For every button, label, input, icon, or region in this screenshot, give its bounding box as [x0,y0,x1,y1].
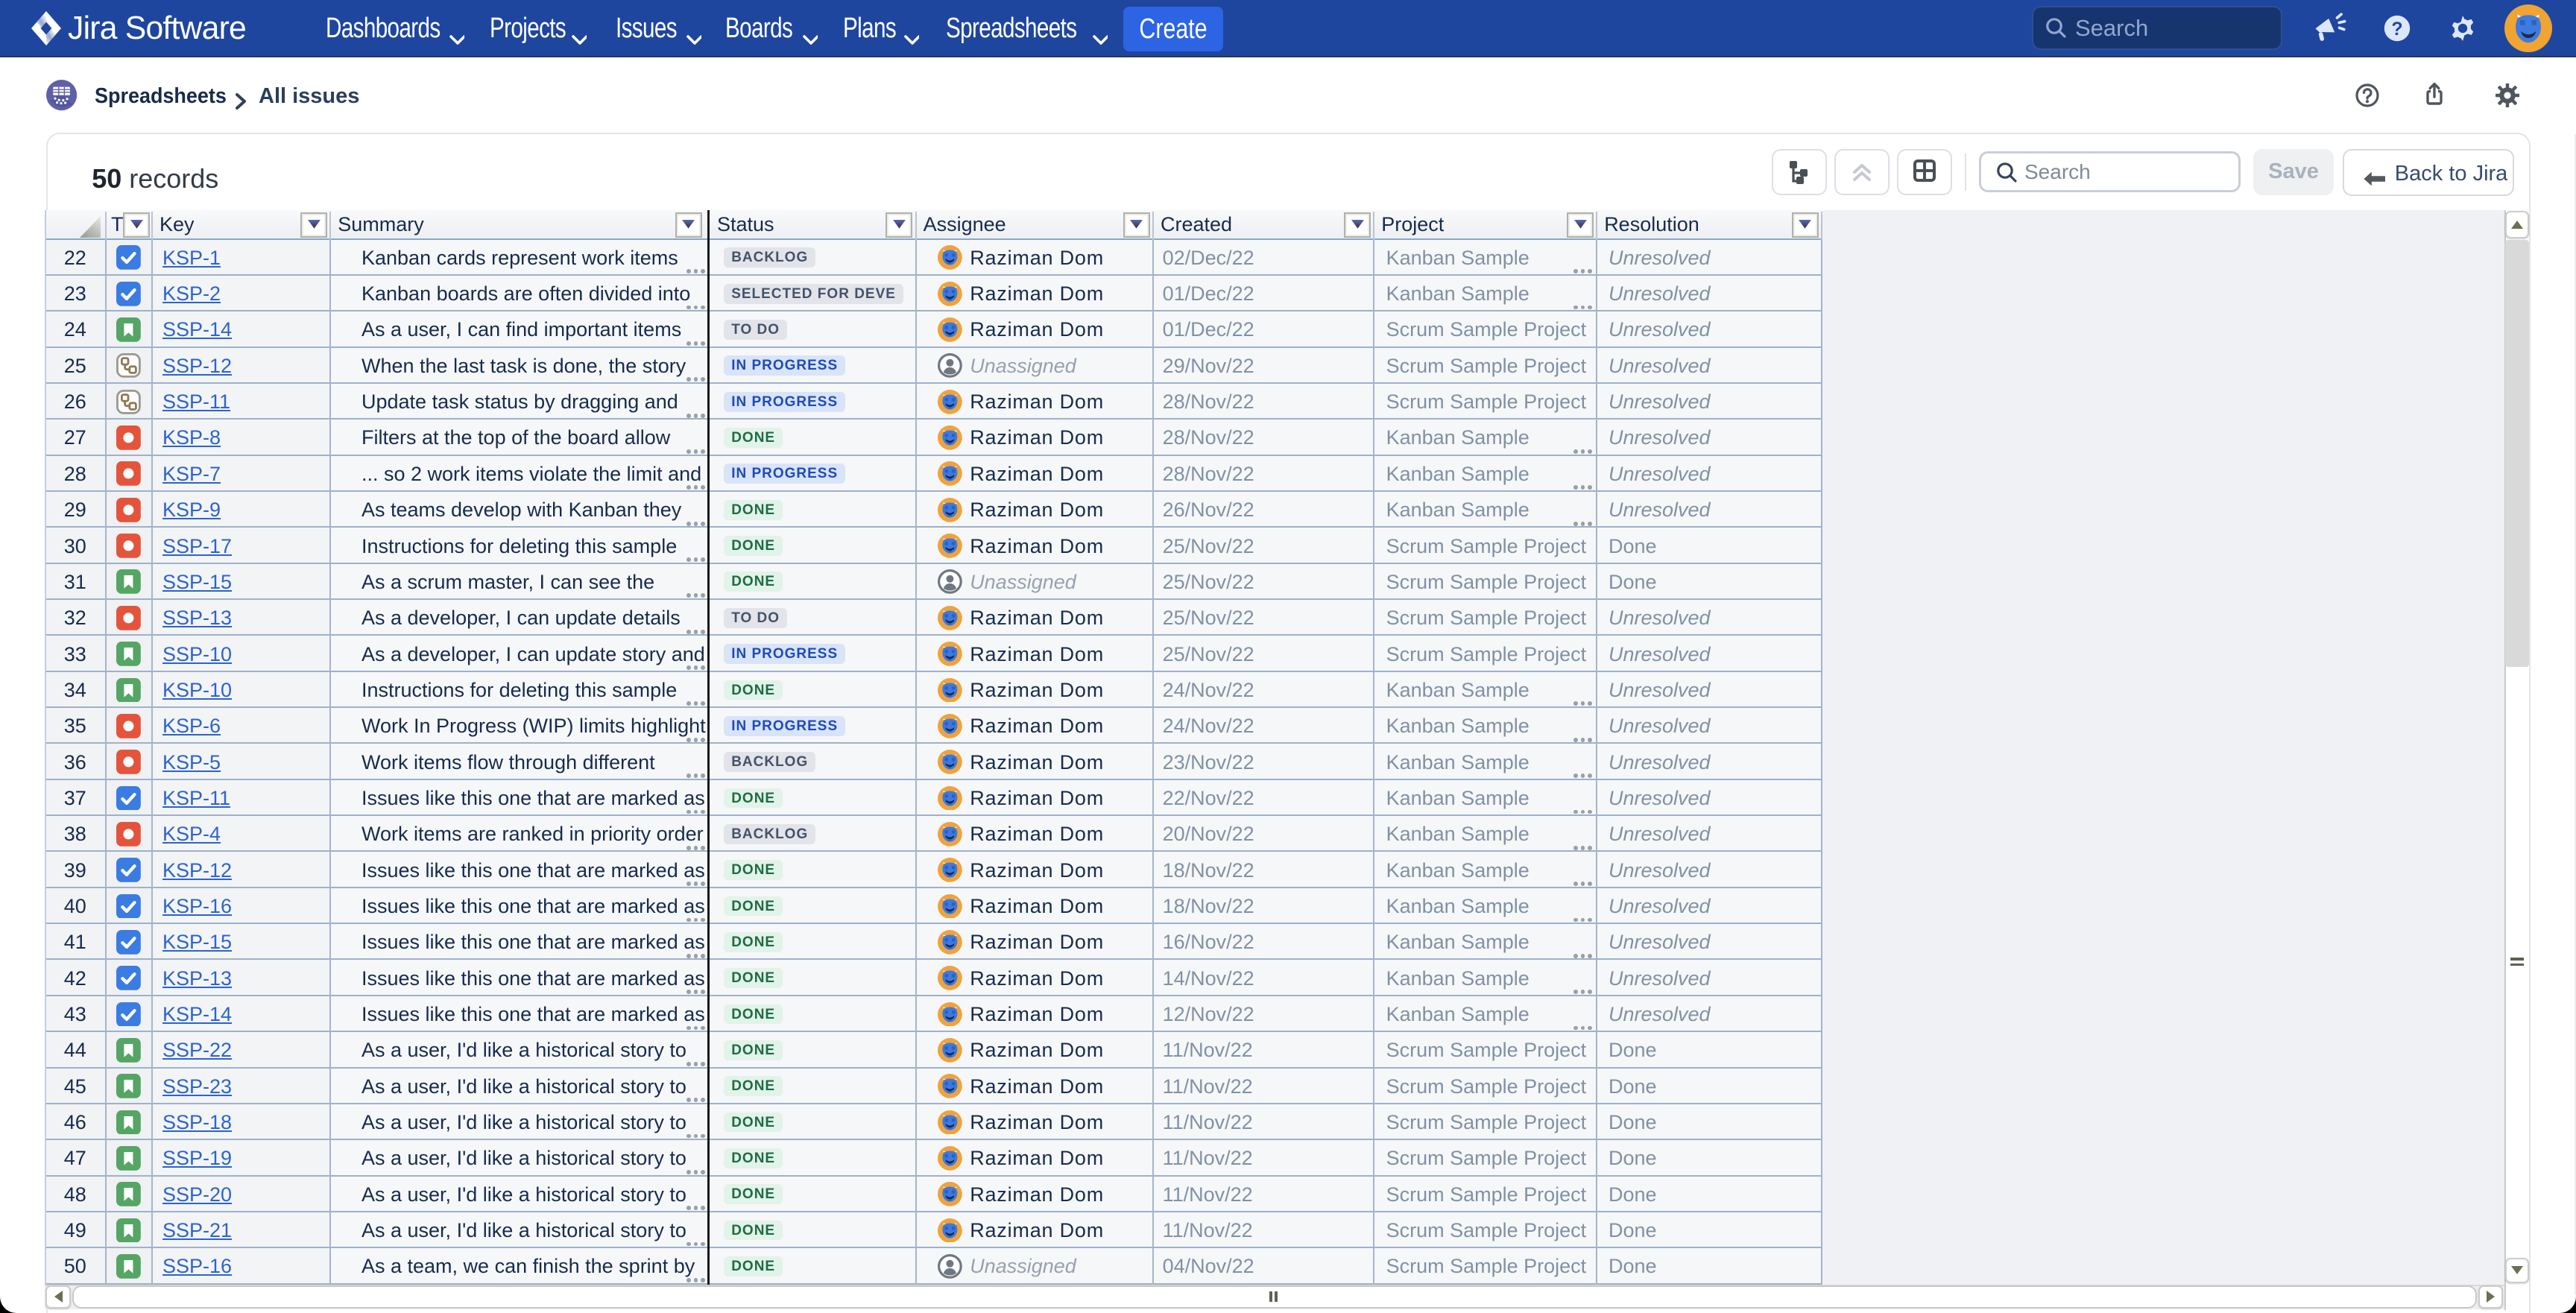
svg-text:?: ? [2391,19,2402,39]
